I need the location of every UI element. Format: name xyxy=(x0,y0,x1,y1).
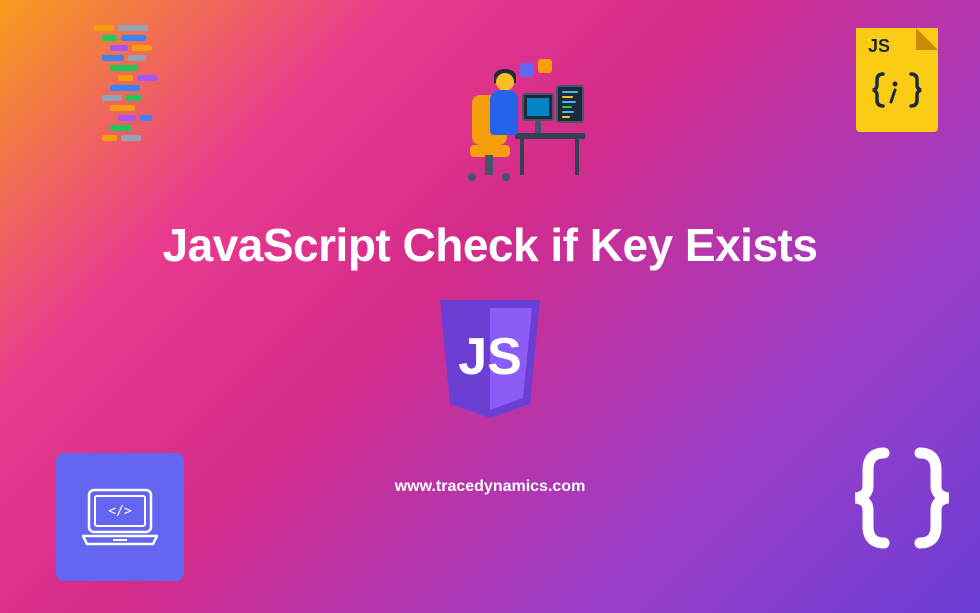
code-snippet-decoration xyxy=(94,25,224,155)
js-shield-logo: JS xyxy=(430,292,550,422)
curly-braces-icon xyxy=(842,438,962,558)
js-file-braces xyxy=(856,70,938,119)
svg-text:</>: </> xyxy=(108,504,132,519)
js-file-icon: JS xyxy=(856,28,938,132)
js-file-label: JS xyxy=(868,36,890,57)
svg-text:JS: JS xyxy=(458,328,522,386)
laptop-card-icon: </> xyxy=(56,453,184,581)
page-title: JavaScript Check if Key Exists xyxy=(0,218,980,272)
developer-illustration xyxy=(460,55,600,195)
